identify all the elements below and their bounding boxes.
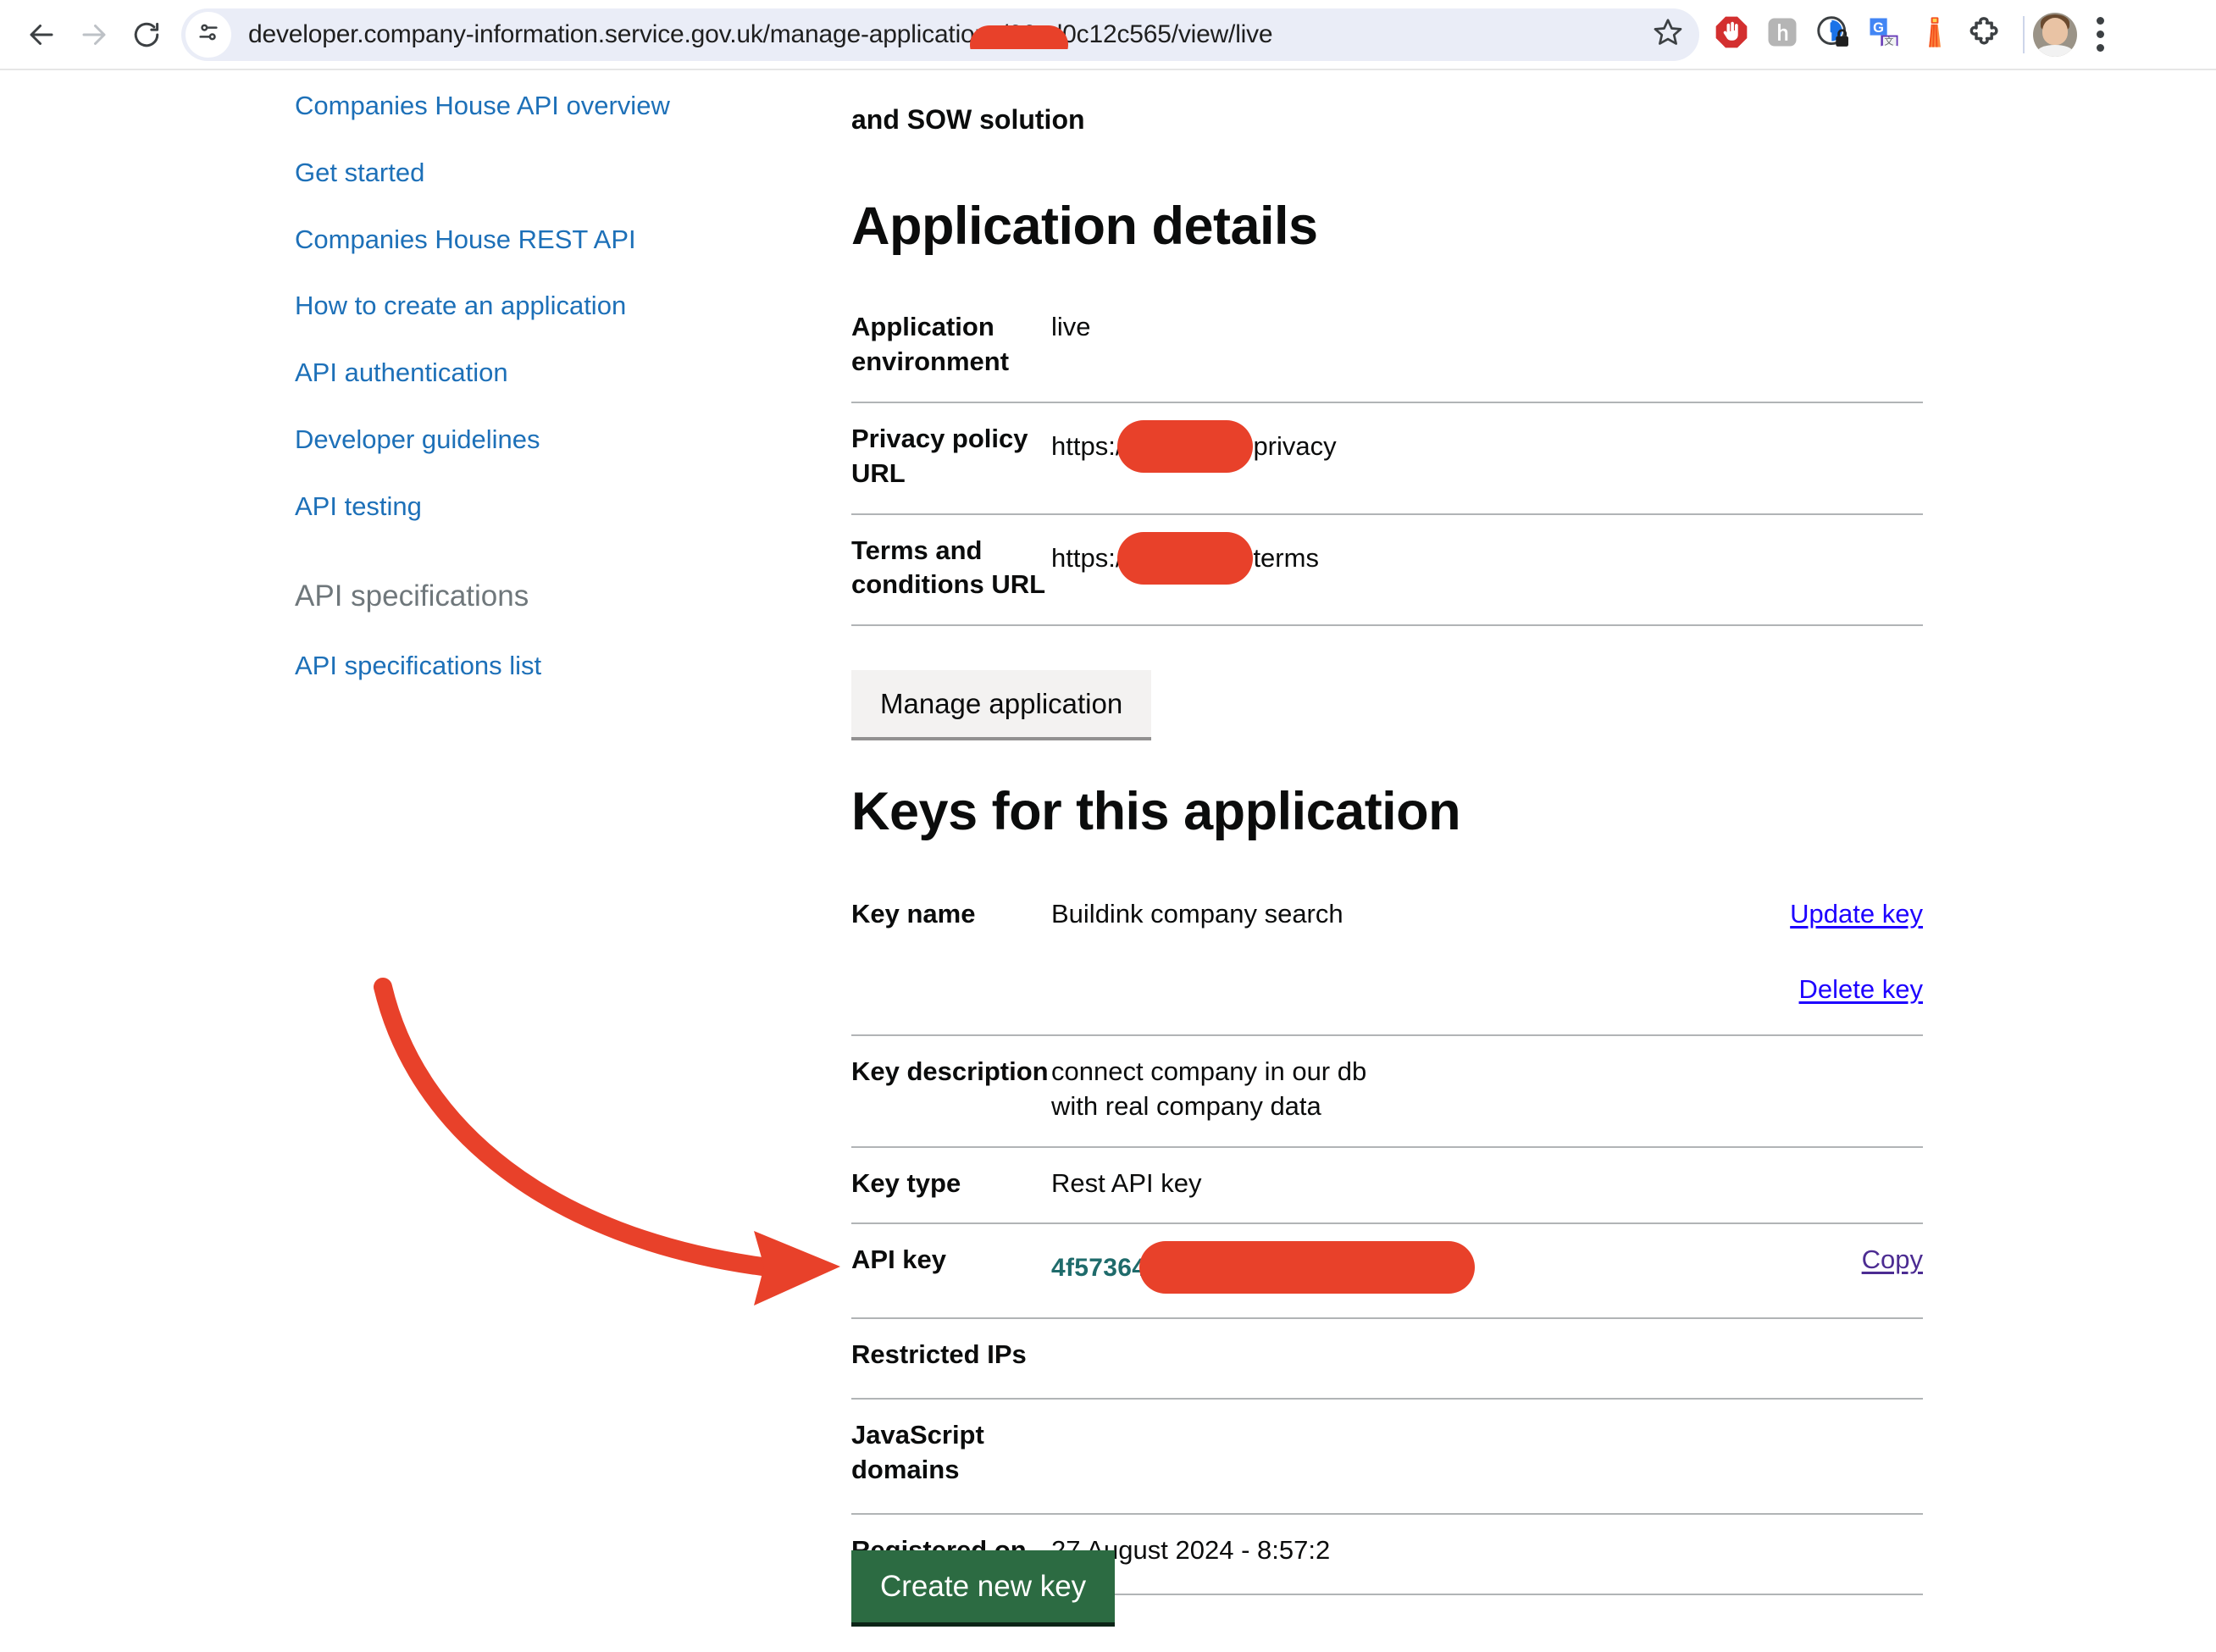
extensions-puzzle-icon — [1967, 14, 2004, 55]
table-row-key-description: Key description connect company in our d… — [851, 1036, 1923, 1148]
sidebar-section-title-api-specifications: API specifications — [295, 579, 529, 613]
row-label: Key description — [851, 1056, 1049, 1086]
reload-button[interactable] — [120, 8, 173, 61]
update-key-link[interactable]: Update key — [1790, 899, 1923, 929]
sidebar-item-api-testing[interactable]: API testing — [295, 491, 769, 524]
table-row-api-key: API key 4f57364 Copy — [851, 1224, 1923, 1320]
sidebar-item-api-authentication[interactable]: API authentication — [295, 357, 769, 390]
row-value: Buildink company search — [1051, 898, 1343, 929]
row-actions: Copy — [1862, 1243, 1923, 1278]
row-actions: Update key Delete key — [1790, 897, 1923, 1007]
row-value: 27 August 2024 - 8:57:2 — [1051, 1535, 1331, 1566]
sidebar-item-how-to-create-an-application[interactable]: How to create an application — [295, 290, 769, 323]
application-details-list: Application environment live Privacy pol… — [851, 291, 1923, 627]
adblock-stop-hand-icon — [1713, 14, 1750, 55]
back-arrow-icon — [26, 19, 57, 50]
keys-list: Key name Buildink company search Update … — [851, 879, 1923, 1596]
row-label: Key type — [851, 1167, 961, 1198]
bookmark-button[interactable] — [1642, 8, 1694, 61]
copy-api-key-link[interactable]: Copy — [1862, 1245, 1923, 1274]
privacy-lock-icon — [1814, 14, 1852, 55]
sidebar-nav: Companies House API overview Get started… — [295, 90, 769, 717]
url-after-redaction: terms — [1253, 542, 1319, 573]
url-before-redaction: https:/ — [1051, 430, 1123, 461]
row-label: API key — [851, 1245, 947, 1275]
sidebar-item-companies-house-rest-api[interactable]: Companies House REST API — [295, 224, 769, 257]
lighthouse-extension-button[interactable] — [1914, 14, 1955, 55]
page-title-application-details: Application details — [851, 196, 1318, 256]
lead-text-fragment: and SOW solution — [851, 104, 1085, 135]
row-label: JavaScript domains — [851, 1420, 984, 1485]
page-title-keys-for-this-application: Keys for this application — [851, 781, 1461, 841]
table-row-javascript-domains: JavaScript domains — [851, 1400, 1923, 1516]
profile-avatar[interactable] — [2033, 12, 2077, 57]
manage-application-button-wrap: Manage application — [851, 626, 1927, 740]
sidebar-item-developer-guidelines[interactable]: Developer guidelines — [295, 424, 769, 457]
sidebar-item-companies-house-api-overview[interactable]: Companies House API overview — [295, 90, 769, 123]
row-value: https:/ terms — [1051, 531, 1923, 586]
manage-application-button[interactable]: Manage application — [851, 670, 1152, 740]
create-new-key-button-wrap: Create new key — [851, 1550, 1116, 1627]
site-settings-sliders-icon — [195, 19, 222, 50]
row-label: Privacy policy URL — [851, 423, 1028, 488]
row-label: Restricted IPs — [851, 1339, 1027, 1370]
svg-text:G: G — [1873, 20, 1884, 36]
extension-icon-row: G 文 — [1711, 14, 2014, 55]
adblock-extension-button[interactable] — [1711, 14, 1752, 55]
chrome-menu-kebab-icon — [2096, 17, 2104, 52]
url-after-redaction: privacy — [1253, 430, 1337, 461]
row-value: connect company in our db with real comp… — [1051, 1056, 1367, 1121]
main-content: and SOW solution Application details App… — [851, 70, 1927, 1596]
table-row-privacy-policy-url: Privacy policy URL https:/ privacy — [851, 403, 1923, 515]
bookmark-star-icon — [1653, 17, 1683, 52]
hypothesis-h-icon — [1764, 14, 1801, 55]
red-annotation-arrow — [374, 978, 840, 1306]
table-row-key-name: Key name Buildink company search Update … — [851, 879, 1923, 1036]
privacy-extension-button[interactable] — [1813, 14, 1853, 55]
row-label: Terms and conditions URL — [851, 535, 1046, 600]
forward-arrow-icon — [79, 19, 109, 50]
site-settings-button[interactable] — [186, 11, 231, 58]
table-row-restricted-ips: Restricted IPs — [851, 1319, 1923, 1400]
reload-icon — [131, 19, 162, 50]
url-before-redaction: https:/ — [1051, 542, 1123, 573]
back-button[interactable] — [15, 8, 68, 61]
url-suffix-text: /view/live — [1171, 19, 1273, 48]
url-redaction-pill — [970, 25, 1068, 49]
page-content: Companies House API overview Get started… — [0, 70, 2216, 1652]
table-row-application-environment: Application environment live — [851, 291, 1923, 403]
row-label: Key name — [851, 898, 976, 929]
api-key-visible-prefix: 4f57364 — [1051, 1254, 1147, 1283]
table-row-terms-and-conditions-url: Terms and conditions URL https:/ terms — [851, 515, 1923, 627]
google-translate-icon: G 文 — [1865, 14, 1903, 55]
row-value: https:/ privacy — [1051, 419, 1923, 474]
browser-toolbar: developer.company-information.service.go… — [0, 0, 2216, 70]
redaction-pill — [1117, 419, 1254, 473]
sidebar-item-api-specifications-list[interactable]: API specifications list — [295, 650, 769, 683]
sidebar-item-get-started[interactable]: Get started — [295, 157, 769, 190]
redaction-pill — [1139, 1241, 1476, 1294]
forward-button[interactable] — [68, 8, 120, 61]
avatar-face — [2042, 18, 2068, 46]
row-value: 4f57364 — [1051, 1241, 1862, 1295]
lighthouse-icon — [1916, 14, 1953, 55]
row-value: Rest API key — [1051, 1167, 1202, 1198]
toolbar-divider — [2023, 15, 2025, 53]
table-row-key-type: Key type Rest API key — [851, 1148, 1923, 1225]
svg-text:文: 文 — [1884, 36, 1893, 47]
row-label: Application environment — [851, 311, 1010, 376]
create-new-key-button[interactable]: Create new key — [851, 1550, 1116, 1627]
redaction-pill — [1117, 531, 1254, 585]
avatar-body — [2037, 44, 2073, 57]
url-display[interactable]: developer.company-information.service.go… — [248, 20, 1642, 49]
address-bar[interactable]: developer.company-information.service.go… — [181, 8, 1699, 61]
hypothesis-extension-button[interactable] — [1762, 14, 1803, 55]
chrome-menu-button[interactable] — [2077, 8, 2123, 61]
row-value: live — [1051, 311, 1091, 341]
delete-key-link[interactable]: Delete key — [1799, 974, 1923, 1004]
extensions-menu-button[interactable] — [1965, 14, 2006, 55]
google-translate-extension-button[interactable]: G 文 — [1864, 14, 1904, 55]
